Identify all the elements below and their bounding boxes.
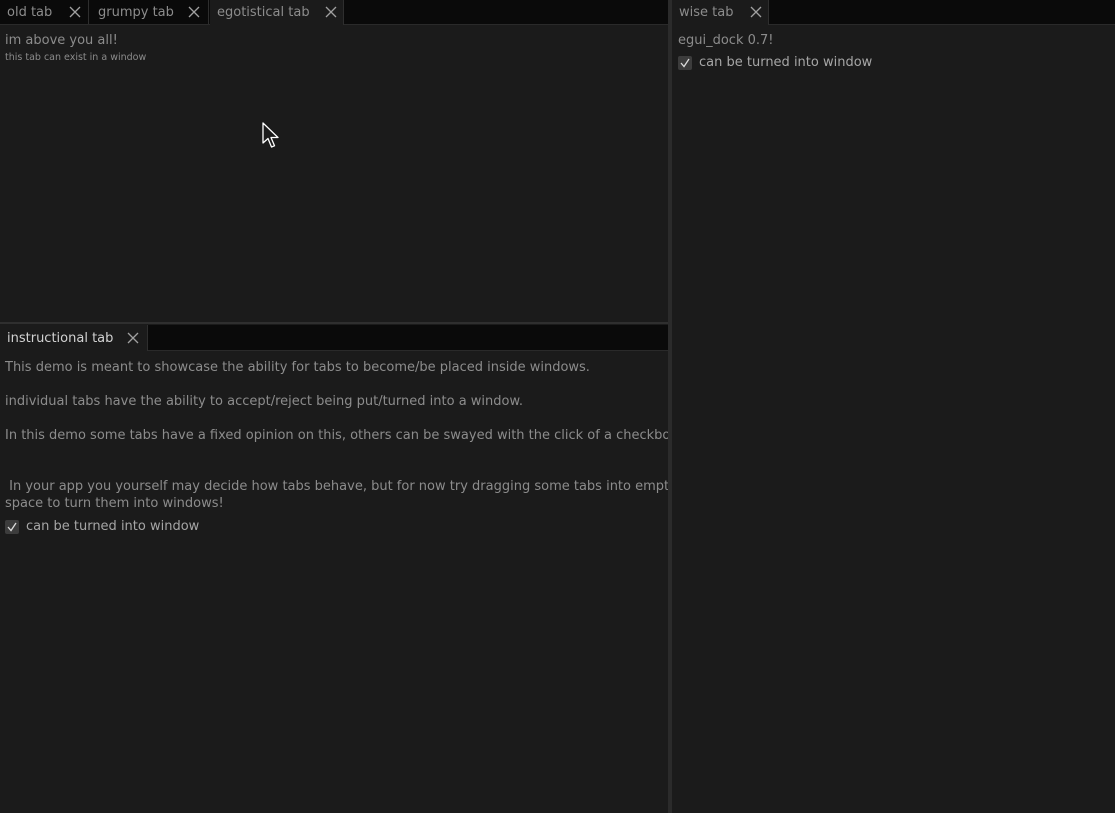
wise-checkbox-row[interactable]: can be turned into window	[678, 55, 878, 73]
instruction-line-4a: In your app you yourself may decide how …	[5, 479, 677, 494]
tab-wise[interactable]: wise tab	[672, 0, 769, 25]
instruction-line-3: In this demo some tabs have a fixed opin…	[5, 428, 682, 443]
wise-checkbox-label: can be turned into window	[699, 55, 873, 70]
tab-old-label: old tab	[7, 4, 53, 20]
bottom-left-tab-bar: instructional tab	[0, 325, 668, 351]
instruction-line-1: This demo is meant to showcase the abili…	[5, 360, 590, 375]
tab-wise-label: wise tab	[679, 5, 734, 20]
top-left-pane: old tab grumpy tab egotistical tab im ab…	[0, 0, 668, 322]
tab-grumpy-label: grumpy tab	[98, 4, 174, 20]
close-icon[interactable]	[324, 5, 338, 19]
right-tab-bar: wise tab	[672, 0, 1115, 25]
right-content: egui_dock 0.7! can be turned into window	[672, 25, 1115, 813]
bottom-left-pane: instructional tab This demo is meant to …	[0, 325, 682, 813]
instruction-line-2: individual tabs have the ability to acce…	[5, 394, 524, 409]
tab-egotistical[interactable]: egotistical tab	[210, 0, 344, 25]
window-checkbox[interactable]	[5, 520, 19, 534]
pane-divider-horizontal[interactable]	[0, 322, 668, 324]
close-icon[interactable]	[749, 5, 763, 19]
check-icon	[7, 522, 17, 532]
right-pane: wise tab egui_dock 0.7! can be turned in…	[672, 0, 1115, 813]
top-left-tab-bar: old tab grumpy tab egotistical tab	[0, 0, 668, 25]
egotistical-heading: im above you all!	[5, 33, 118, 48]
bottom-left-content: This demo is meant to showcase the abili…	[0, 351, 682, 813]
tab-grumpy[interactable]: grumpy tab	[91, 0, 209, 24]
instruction-line-4b: space to turn them into windows!	[5, 496, 224, 511]
wise-checkbox[interactable]	[678, 56, 692, 70]
egotistical-subtext: this tab can exist in a window	[5, 52, 147, 63]
top-left-content: im above you all! this tab can exist in …	[0, 25, 668, 322]
tab-egotistical-label: egotistical tab	[217, 5, 310, 20]
close-icon[interactable]	[126, 331, 140, 345]
app-window: old tab grumpy tab egotistical tab im ab…	[0, 0, 1115, 813]
check-icon	[680, 58, 690, 68]
tab-instructional[interactable]: instructional tab	[0, 325, 148, 351]
window-checkbox-label: can be turned into window	[26, 519, 200, 534]
mouse-cursor-icon	[262, 122, 279, 148]
close-icon[interactable]	[187, 5, 201, 19]
tab-old[interactable]: old tab	[0, 0, 89, 24]
close-icon[interactable]	[68, 5, 82, 19]
window-checkbox-row[interactable]: can be turned into window	[5, 519, 205, 537]
tab-instructional-label: instructional tab	[7, 330, 114, 346]
wise-heading: egui_dock 0.7!	[678, 33, 774, 48]
